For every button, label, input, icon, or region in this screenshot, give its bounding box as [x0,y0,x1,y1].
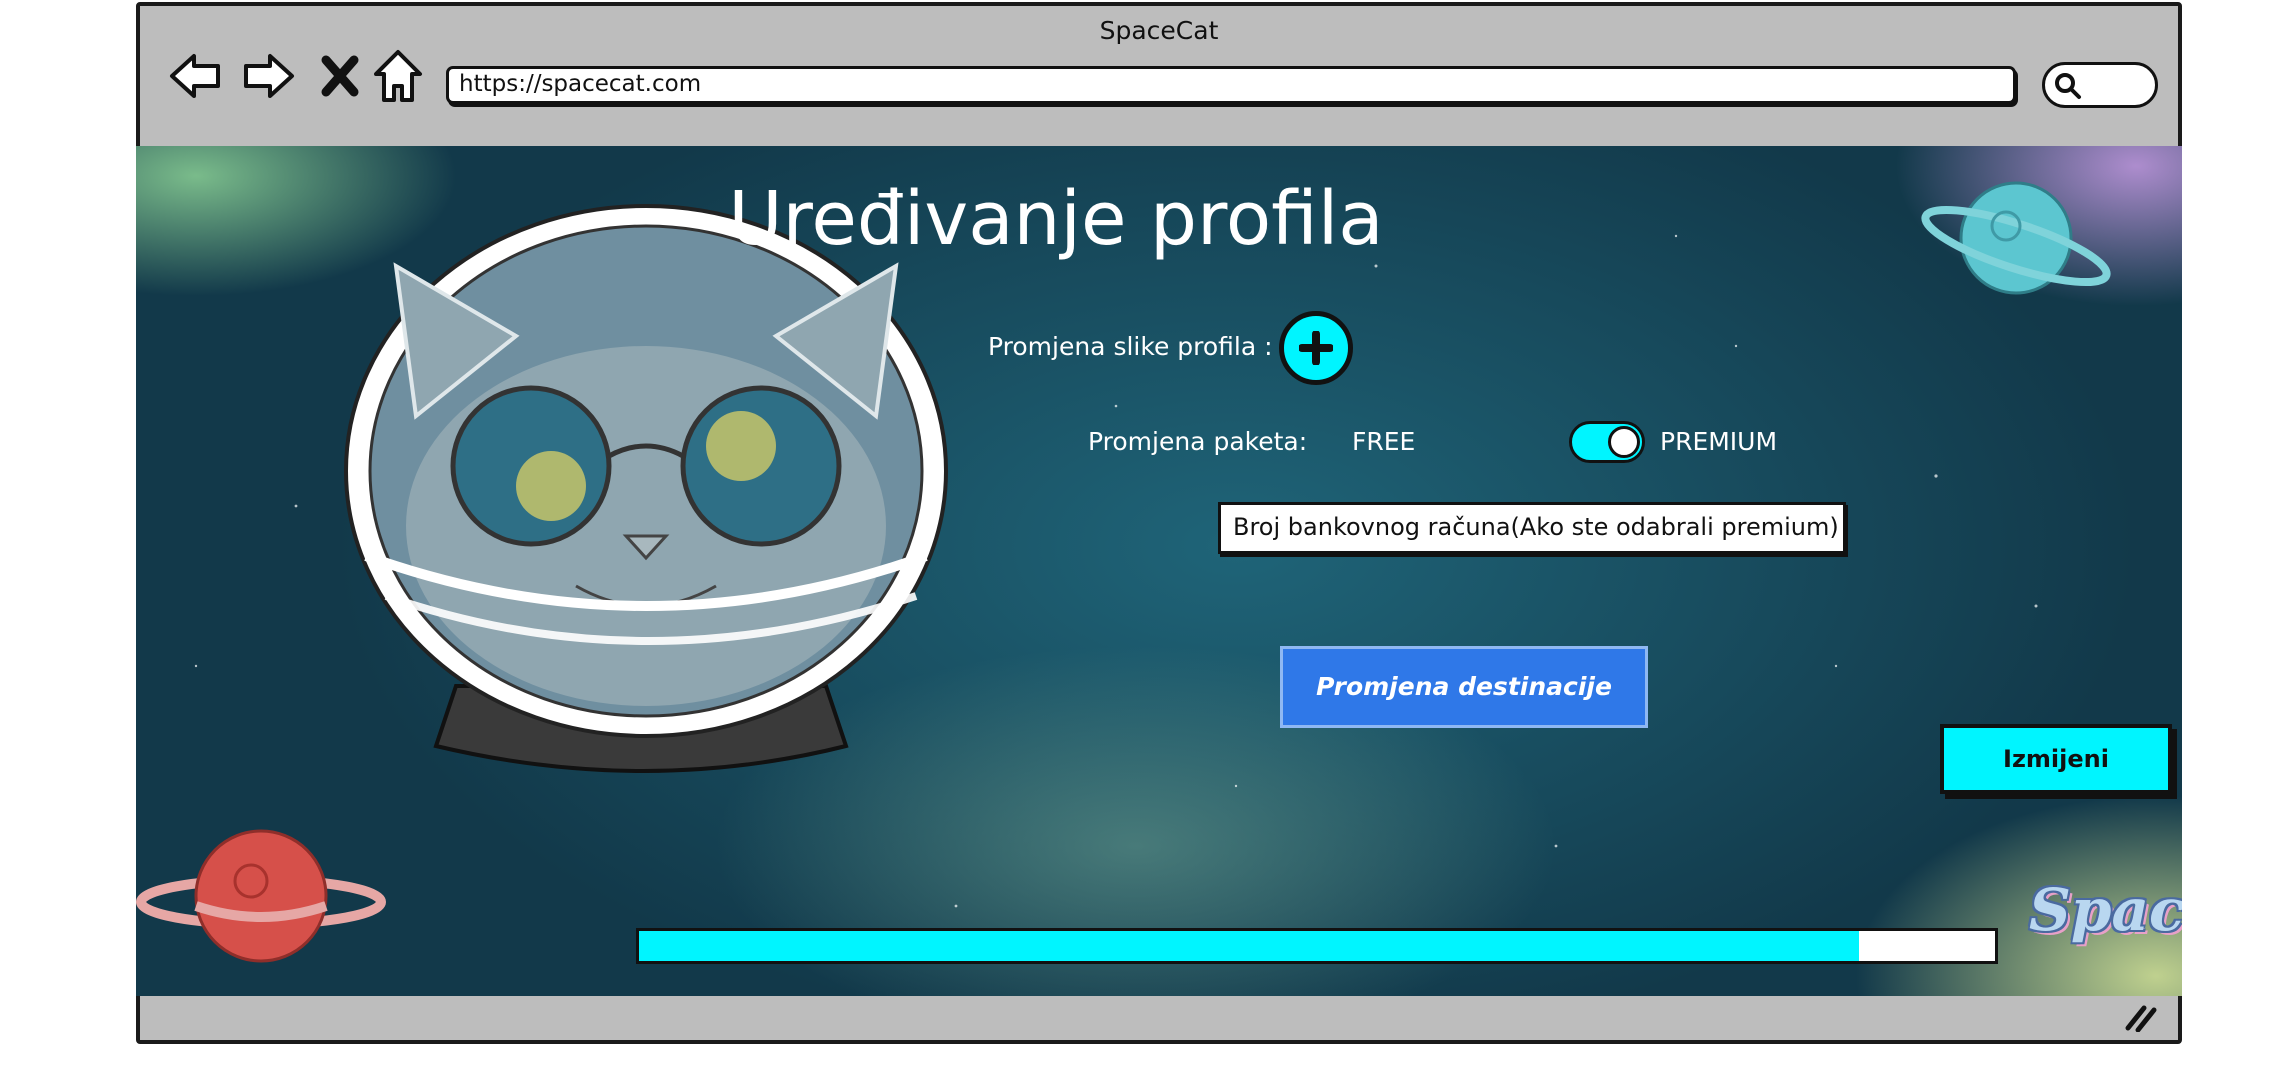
profile-image-label: Promjena slike profila : [988,332,1273,361]
package-premium-option[interactable]: PREMIUM [1660,427,1777,456]
search-icon [2055,73,2081,99]
page-title: Uređivanje profila [728,176,1384,262]
change-destination-button[interactable]: Promjena destinacije [1280,646,1648,728]
bank-account-field[interactable]: Broj bankovnog računa(Ako ste odabrali p… [1218,502,1846,554]
package-label: Promjena paketa: [1088,427,1308,456]
plus-icon [1298,330,1334,366]
submit-button[interactable]: Izmijeni [1940,724,2172,794]
planet-red-decoration [136,829,386,963]
status-bar [140,988,2178,1040]
home-icon[interactable] [372,48,424,106]
package-toggle[interactable] [1569,421,1645,463]
window-title: SpaceCat [1099,16,1219,45]
package-free-option[interactable]: FREE [1352,427,1415,456]
close-icon[interactable] [318,48,362,104]
planet-cyan-decoration [1921,181,2111,295]
spacecat-logo: SpaceCat [2029,876,2182,944]
progress-fill [639,931,1860,961]
toggle-knob [1608,426,1640,458]
progress-bar [636,928,1998,964]
search-box[interactable] [2042,62,2158,108]
page-content: Uređivanje profila Promjena slike profil… [136,146,2182,996]
astronaut-cat-illustration [344,204,948,773]
add-profile-image-button[interactable] [1279,311,1353,385]
browser-toolbar: SpaceCat https://spacecat.com [140,6,2178,146]
back-arrow-icon[interactable] [168,48,224,104]
resize-grip-icon[interactable] [2122,1002,2158,1032]
url-bar[interactable]: https://spacecat.com [446,66,2016,104]
forward-arrow-icon[interactable] [240,48,296,104]
browser-window: SpaceCat https://spacecat.com Uređivanje… [136,2,2182,1044]
